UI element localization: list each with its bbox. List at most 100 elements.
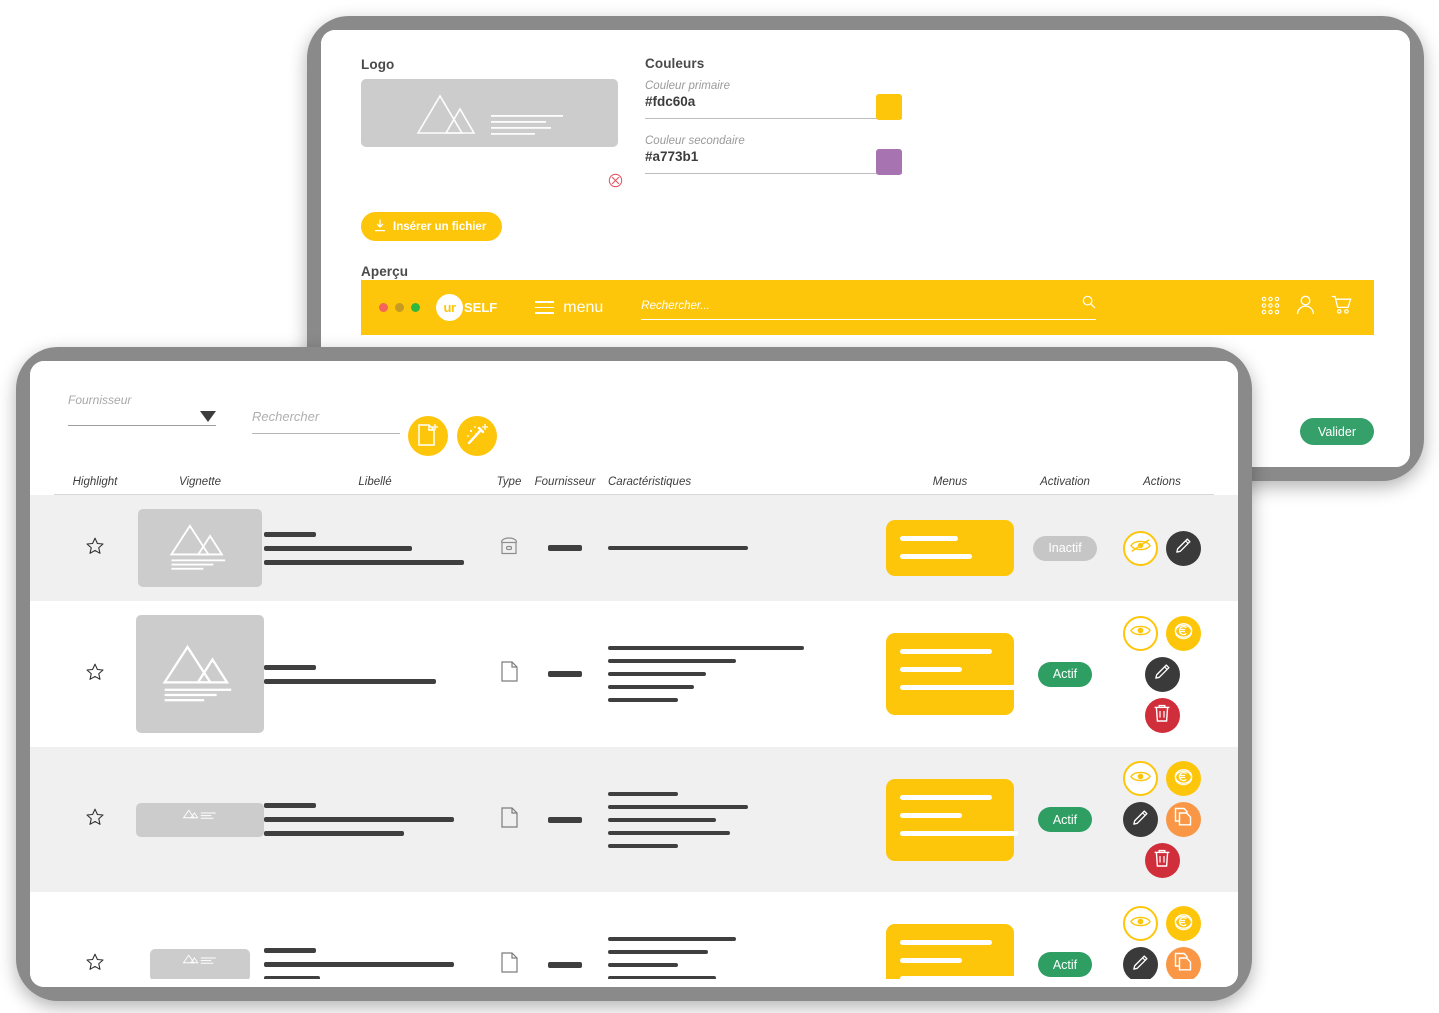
libelle-placeholder-lines — [264, 664, 436, 684]
actions-cell — [1110, 530, 1214, 566]
magic-wand-button[interactable] — [457, 416, 497, 456]
validate-button[interactable]: Valider — [1300, 418, 1374, 445]
duplicate-button[interactable] — [1166, 947, 1201, 982]
thumbnail-placeholder[interactable] — [136, 802, 264, 837]
star-outline-icon[interactable] — [85, 536, 105, 561]
menu-card[interactable] — [886, 778, 1018, 861]
edit-button[interactable] — [1166, 530, 1201, 566]
libelle-placeholder-lines — [264, 948, 454, 981]
edit-button[interactable] — [1123, 947, 1158, 982]
star-outline-icon[interactable] — [85, 807, 105, 832]
highlight-star-button[interactable] — [54, 952, 136, 977]
menus-cell — [880, 923, 1020, 987]
image-placeholder-icon — [166, 950, 234, 979]
status-badge[interactable]: Inactif — [1033, 535, 1097, 561]
preview-menu-button[interactable]: menu — [535, 299, 603, 317]
header-vignette: Vignette — [179, 476, 221, 488]
status-badge[interactable]: Actif — [1037, 807, 1093, 832]
libelle-placeholder-lines — [264, 803, 454, 836]
search-icon[interactable] — [1082, 295, 1096, 312]
star-outline-icon[interactable] — [85, 662, 105, 687]
header-fournisseur: Fournisseur — [534, 476, 596, 488]
user-icon[interactable] — [1296, 295, 1315, 320]
menu-card[interactable] — [886, 923, 1018, 987]
table-row[interactable]: Actif — [54, 892, 1214, 987]
brand-logo[interactable]: ur SELF — [436, 294, 497, 321]
new-document-button[interactable] — [408, 416, 448, 456]
delete-button[interactable] — [1144, 843, 1180, 878]
preview-search[interactable]: Rechercher... — [641, 295, 1097, 320]
activation-cell: Actif — [1020, 807, 1110, 832]
primary-color-field[interactable]: Couleur primaire #fdc60a — [645, 80, 902, 120]
pencil-icon — [1131, 953, 1150, 977]
primary-color-swatch[interactable] — [876, 94, 902, 120]
supplier-filter[interactable]: Fournisseur — [68, 393, 216, 426]
preview-hidden-button[interactable] — [1123, 530, 1158, 566]
duplicate-button[interactable] — [1166, 802, 1201, 837]
eye-icon — [1130, 914, 1151, 934]
placeholder-line — [264, 664, 316, 670]
type-cell — [486, 661, 532, 687]
grid-apps-icon[interactable] — [1261, 296, 1280, 320]
catalog-window: Fournisseur Rechercher Highlight Vignett… — [16, 347, 1252, 1001]
price-button[interactable] — [1166, 615, 1201, 651]
thumbnail-placeholder[interactable] — [138, 509, 262, 587]
highlight-star-button[interactable] — [54, 662, 136, 687]
menu-placeholder-line — [900, 939, 992, 945]
actions-cell — [1110, 761, 1214, 878]
preview-button[interactable] — [1123, 761, 1158, 796]
activation-cell: Inactif — [1020, 535, 1110, 561]
vignette-cell — [136, 948, 264, 981]
menu-placeholder-line — [900, 649, 992, 654]
logo-preview[interactable] — [361, 79, 618, 147]
cart-icon[interactable] — [1331, 295, 1352, 320]
supplier-filter-label: Fournisseur — [68, 393, 132, 407]
action-button-row — [1123, 906, 1201, 941]
table-row[interactable]: Actif — [30, 747, 1238, 892]
hamburger-icon — [535, 301, 555, 314]
eye-slash-icon — [1130, 538, 1151, 558]
table-row[interactable]: Actif — [54, 601, 1214, 747]
placeholder-line — [608, 804, 748, 809]
secondary-color-swatch[interactable] — [876, 149, 902, 175]
search-input[interactable]: Rechercher — [252, 409, 400, 434]
menu-card[interactable] — [886, 520, 1014, 576]
preview-navbar: ur SELF menu Rechercher... — [361, 280, 1374, 335]
thumbnail-placeholder[interactable] — [150, 948, 250, 981]
price-button[interactable] — [1166, 761, 1201, 796]
preview-button[interactable] — [1123, 906, 1158, 941]
preview-button[interactable] — [1123, 615, 1158, 651]
highlight-star-button[interactable] — [54, 536, 136, 561]
edit-button[interactable] — [1144, 656, 1180, 692]
libelle-cell — [264, 664, 486, 684]
document-plus-icon — [417, 423, 439, 450]
star-outline-icon[interactable] — [85, 952, 105, 977]
price-button[interactable] — [1166, 906, 1201, 941]
placeholder-line — [608, 698, 678, 702]
remove-logo-icon[interactable] — [608, 173, 623, 188]
action-button-stack — [1123, 530, 1201, 566]
status-badge[interactable]: Actif — [1037, 952, 1093, 977]
menu-card[interactable] — [886, 633, 1018, 715]
table-row[interactable]: Inactif — [30, 495, 1238, 601]
placeholder-line — [548, 671, 582, 677]
placeholder-line — [608, 659, 736, 663]
libelle-cell — [264, 531, 486, 565]
action-button-row — [1123, 947, 1201, 982]
type-cell — [486, 951, 532, 978]
action-button-row — [1123, 761, 1201, 796]
menu-placeholder-line — [900, 536, 958, 541]
euro-coin-icon — [1173, 766, 1194, 792]
delete-button[interactable] — [1144, 697, 1180, 733]
thumbnail-placeholder[interactable] — [136, 615, 264, 733]
status-badge[interactable]: Actif — [1037, 661, 1093, 687]
brand-mark: ur — [436, 294, 463, 321]
placeholder-line — [608, 949, 708, 954]
libelle-cell — [264, 803, 486, 836]
secondary-color-field[interactable]: Couleur secondaire #a773b1 — [645, 135, 902, 175]
edit-button[interactable] — [1123, 802, 1158, 837]
chevron-down-icon[interactable] — [200, 411, 216, 422]
insert-file-button[interactable]: Insérer un fichier — [361, 212, 503, 241]
placeholder-line — [608, 817, 716, 822]
highlight-star-button[interactable] — [54, 807, 136, 832]
